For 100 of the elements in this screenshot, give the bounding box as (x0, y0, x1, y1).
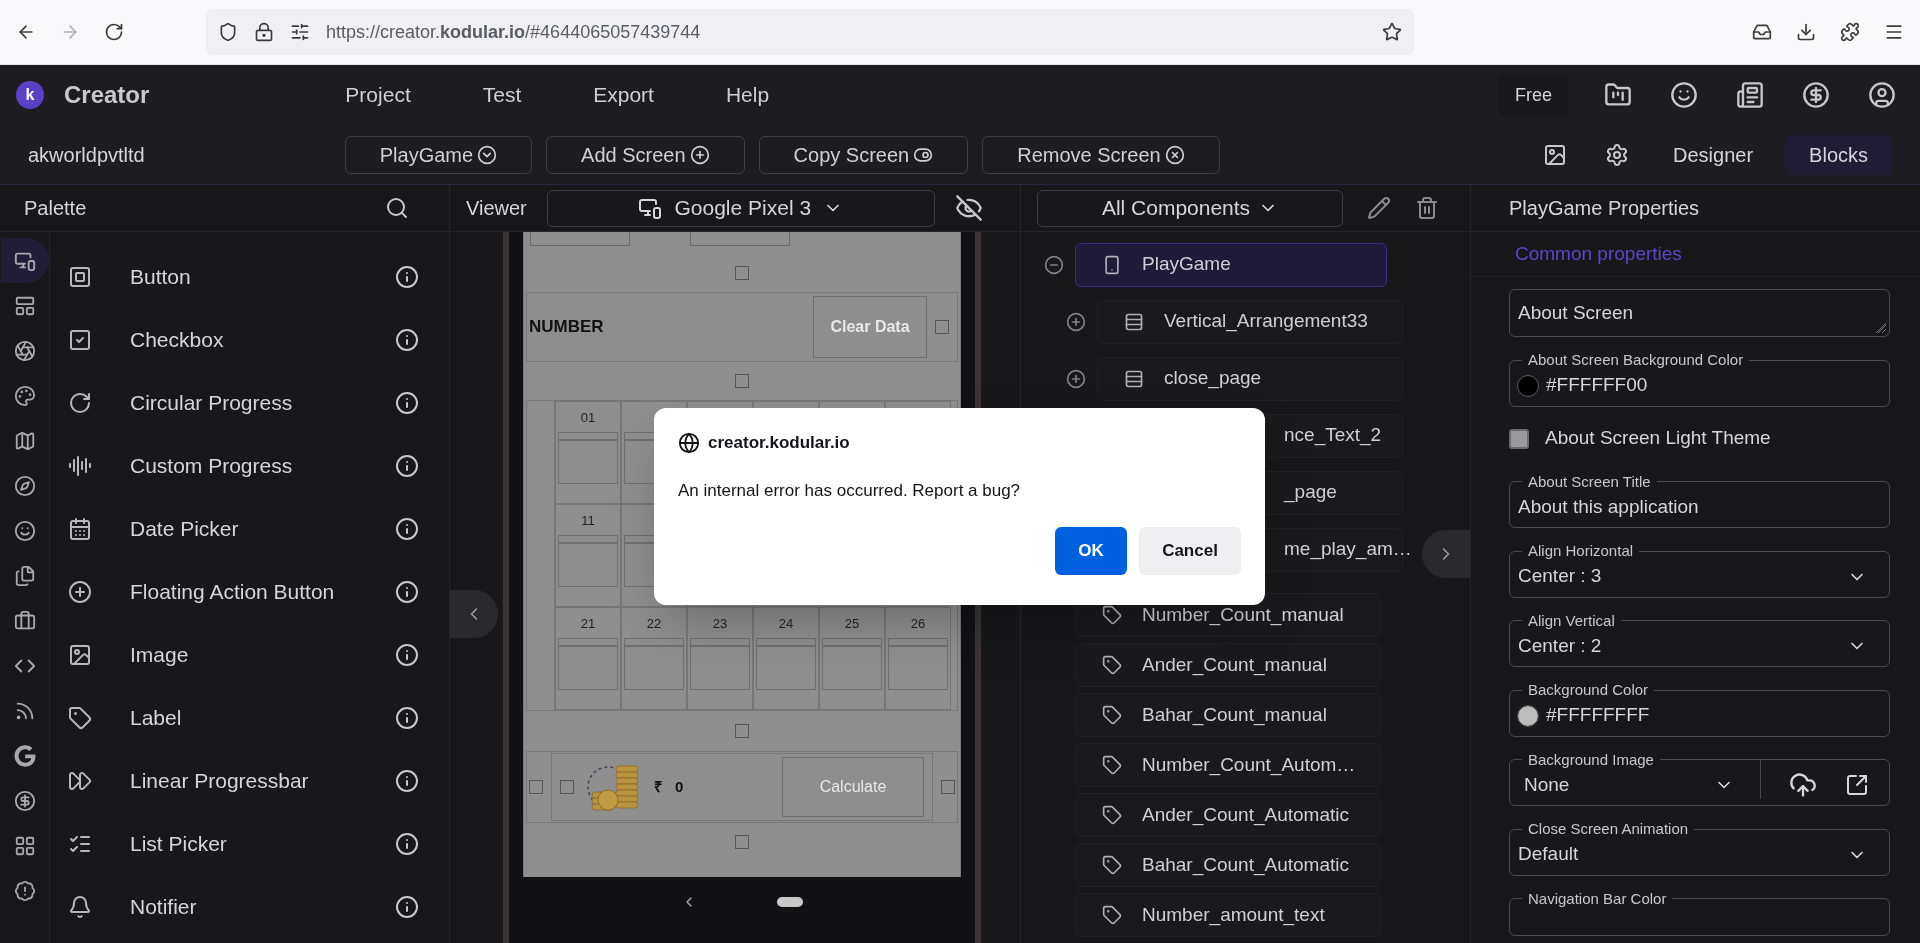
palette-item[interactable]: Custom Progress (130, 449, 293, 482)
info-icon[interactable] (395, 642, 419, 667)
circular-icon (68, 390, 92, 415)
experimental-icon (13, 879, 36, 902)
components-filter[interactable]: All Components (1037, 189, 1343, 227)
expand-icon[interactable] (1066, 311, 1086, 332)
maps-icon (13, 429, 36, 452)
info-icon[interactable] (395, 705, 419, 730)
tree-item[interactable]: close_page (1097, 356, 1403, 401)
theme-face-icon[interactable] (1670, 81, 1698, 109)
tree-item[interactable]: PlayGame (1075, 242, 1387, 287)
menu-item[interactable]: Help (725, 79, 770, 111)
url-text[interactable]: https://creator.kodular.io/#4644065057439744 (326, 18, 701, 46)
bookmark-star-icon[interactable] (1382, 22, 1402, 42)
screen-button[interactable]: Remove Screen (982, 135, 1220, 174)
tree-item[interactable]: Bahar_Count_manual (1075, 693, 1381, 737)
palette-item[interactable]: Image (130, 638, 189, 671)
pocket-icon[interactable] (1752, 22, 1772, 42)
palette-item[interactable]: Date Picker (130, 512, 239, 545)
plan-badge[interactable]: Free (1499, 73, 1568, 117)
expand-icon[interactable] (1066, 368, 1086, 389)
palette-item[interactable]: Checkbox (130, 323, 224, 356)
info-icon[interactable] (395, 768, 419, 793)
spacer-square (935, 320, 949, 334)
collapse-icon[interactable] (1044, 254, 1064, 275)
tag-icon (1102, 605, 1122, 625)
palette-item[interactable]: Floating Action Button (130, 575, 335, 608)
home-pill (777, 897, 803, 907)
info-icon[interactable] (395, 516, 419, 541)
palette-item[interactable]: Circular Progress (130, 386, 293, 419)
edit-icon[interactable] (1367, 196, 1391, 220)
address-bar[interactable]: https://creator.kodular.io/#4644065057439744 (206, 9, 1414, 55)
tag-icon (1102, 855, 1122, 875)
tree-item[interactable]: Bahar_Count_Automatic (1075, 843, 1381, 887)
download-icon[interactable] (1796, 22, 1816, 42)
permissions-icon[interactable] (290, 22, 310, 42)
menu-icon[interactable] (1884, 22, 1904, 42)
delete-icon[interactable] (1415, 196, 1439, 220)
lock-icon[interactable] (254, 22, 274, 42)
panel-title: PlayGame Properties (1509, 196, 1700, 221)
app-logo[interactable]: k (16, 81, 44, 109)
checkbox[interactable] (1509, 428, 1529, 449)
eye-off-icon[interactable] (954, 194, 983, 222)
image-icon (68, 642, 92, 667)
open-external-icon (1845, 773, 1869, 797)
screen-button[interactable]: Copy Screen (758, 135, 969, 174)
spacer-square (735, 835, 749, 849)
input-box (558, 646, 618, 690)
input-box (888, 646, 948, 690)
extensions-icon[interactable] (1840, 22, 1860, 42)
label-icon (68, 705, 92, 730)
account-icon[interactable] (1868, 81, 1896, 109)
screen-button[interactable]: PlayGame (344, 135, 533, 174)
number-label: 26 (910, 615, 926, 630)
settings-icon[interactable] (1605, 142, 1630, 167)
palette-item[interactable]: Notifier (130, 890, 197, 923)
palette-item[interactable]: Label (130, 701, 182, 734)
info-icon[interactable] (395, 894, 419, 919)
tree-item[interactable]: Ander_Count_manual (1075, 643, 1381, 687)
reload-icon[interactable] (104, 22, 124, 42)
dollar-icon[interactable] (1802, 81, 1830, 109)
folder-star-icon[interactable] (1604, 81, 1632, 109)
shield-icon[interactable] (218, 22, 238, 42)
info-icon[interactable] (395, 453, 419, 478)
menu-item[interactable]: Test (482, 79, 522, 111)
info-icon[interactable] (395, 579, 419, 604)
palette-item[interactable]: Linear Progressbar (130, 764, 309, 797)
palette-item[interactable]: List Picker (130, 827, 227, 860)
info-icon[interactable] (395, 831, 419, 856)
menu-item[interactable]: Export (593, 79, 654, 111)
number-label: 25 (844, 615, 860, 630)
panel-title: Palette (24, 196, 87, 221)
mode-tab[interactable]: Blocks (1785, 134, 1892, 175)
tree-item[interactable]: Ander_Count_Automatic (1075, 793, 1381, 837)
tree-item[interactable]: Number_Count_Autom… (1075, 743, 1381, 787)
device-dropdown[interactable]: Google Pixel 3 (546, 189, 935, 227)
input-box (558, 440, 618, 484)
docs-icon[interactable] (1736, 81, 1764, 109)
image-icon[interactable] (1543, 142, 1568, 167)
tree-item[interactable]: Number_amount_text (1075, 893, 1381, 937)
mode-tab[interactable]: Designer (1649, 134, 1778, 175)
palette-item[interactable]: Button (130, 260, 191, 293)
spacer-square (560, 780, 574, 794)
cancel-button[interactable]: Cancel (1139, 527, 1241, 575)
category-tab[interactable] (0, 238, 49, 283)
tag-icon (1102, 905, 1122, 925)
menu-item[interactable]: Project (345, 79, 411, 111)
tree-item[interactable]: Vertical_Arrangement33 (1097, 299, 1403, 344)
cell-header-bar (558, 638, 618, 646)
info-icon[interactable] (395, 327, 419, 352)
about-textarea[interactable]: About Screen (1509, 289, 1890, 337)
input-box (624, 646, 684, 690)
checkbox-label[interactable]: About Screen Light Theme (1545, 424, 1771, 453)
google-icon (13, 744, 36, 767)
screen-button[interactable]: Add Screen (546, 135, 745, 174)
ok-button[interactable]: OK (1055, 527, 1127, 575)
info-icon[interactable] (395, 264, 419, 289)
search-icon[interactable] (385, 196, 409, 220)
close-icon (1164, 144, 1185, 165)
info-icon[interactable] (395, 390, 419, 415)
